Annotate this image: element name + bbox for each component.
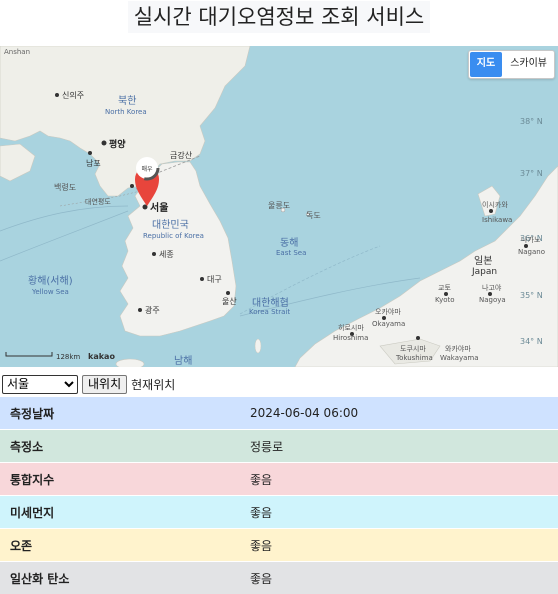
row-label: 오존	[0, 529, 240, 562]
map-label: 나가노	[521, 235, 541, 244]
row-label: 일산화 탄소	[0, 562, 240, 594]
table-row: 측정날짜 2024-06-04 06:00	[0, 397, 558, 430]
air-quality-table: 측정날짜 2024-06-04 06:00 측정소 정릉로 통합지수 좋음 미세…	[0, 396, 558, 594]
lat-label: 35° N	[520, 291, 543, 300]
map-label: 와카야마	[445, 344, 471, 353]
lat-label: 38° N	[520, 117, 543, 126]
map-label: Anshan	[4, 48, 30, 56]
map-label: Ishikawa	[482, 216, 512, 224]
map-label: Hiroshima	[333, 334, 368, 342]
marker-label: 매우	[141, 165, 153, 173]
table-row: 미세먼지 좋음	[0, 496, 558, 529]
map-label: 세종	[159, 250, 174, 259]
row-label: 측정소	[0, 430, 240, 463]
map-label: 울산	[222, 296, 237, 306]
map-label: Korea Strait	[249, 308, 290, 316]
map-label: 남해	[174, 354, 192, 367]
map-label: 나고야	[482, 283, 502, 292]
map-label: North Korea	[105, 108, 147, 116]
map-type-map-button[interactable]: 지도	[470, 52, 502, 77]
map-type-skyview-button[interactable]: 스카이뷰	[503, 51, 554, 78]
map-label: 서울	[150, 201, 168, 214]
lat-label: 34° N	[520, 337, 543, 346]
map-copyright: kakao	[88, 352, 115, 361]
map-label: 신의주	[62, 90, 84, 100]
map-label: 백령도	[54, 182, 76, 192]
row-label: 측정날짜	[0, 397, 240, 430]
map-label: Nagano	[518, 248, 545, 256]
map-label: 이시카와	[482, 200, 508, 209]
lat-label: 37° N	[520, 169, 543, 178]
row-value: 좋음	[240, 496, 558, 529]
page-title: 실시간 대기오염정보 조회 서비스	[128, 1, 431, 33]
map-label: Nagoya	[479, 296, 506, 304]
map-label: 도쿠시마	[400, 344, 426, 353]
current-location-label: 현재위치	[131, 376, 175, 393]
table-row: 오존 좋음	[0, 529, 558, 562]
city-select[interactable]: 서울	[2, 375, 78, 394]
map-type-toggle: 지도 스카이뷰	[468, 50, 555, 79]
row-label: 통합지수	[0, 463, 240, 496]
table-row: 통합지수 좋음	[0, 463, 558, 496]
row-value: 정릉로	[240, 430, 558, 463]
map-label: 평양	[109, 138, 126, 150]
table-row: 일산화 탄소 좋음	[0, 562, 558, 594]
scale-label: 128km	[56, 353, 80, 361]
map-label: Kyoto	[435, 296, 455, 304]
map-label: 황해(서해)	[28, 274, 73, 287]
row-value: 2024-06-04 06:00	[240, 397, 558, 430]
map-label: 남포	[86, 159, 101, 168]
map-label: 대한민국	[152, 219, 189, 231]
page-title-wrap: 실시간 대기오염정보 조회 서비스	[0, 0, 558, 46]
map-label: Wakayama	[440, 354, 479, 362]
map-label: 일본	[474, 255, 492, 267]
table-row: 측정소 정릉로	[0, 430, 558, 463]
map-label: 금강산	[170, 150, 193, 160]
map-label: 광주	[145, 305, 160, 315]
row-value: 좋음	[240, 529, 558, 562]
map-label: 대구	[207, 275, 222, 284]
row-value: 좋음	[240, 562, 558, 594]
row-value: 좋음	[240, 463, 558, 496]
map-label: Tokushima	[395, 354, 433, 362]
my-location-button[interactable]: 내위치	[82, 375, 127, 394]
location-controls: 서울 내위치 현재위치	[0, 374, 175, 394]
map-label: Okayama	[372, 320, 405, 328]
map-label: 북한	[118, 95, 136, 107]
map-label: 독도	[306, 211, 321, 220]
map-canvas[interactable]: 38° N 37° N 36° N 35° N 34° N Anshan 북한 …	[0, 46, 558, 367]
map-label: 히로시마	[338, 323, 364, 332]
row-label: 미세먼지	[0, 496, 240, 529]
map-label: Yellow Sea	[31, 288, 69, 296]
map-view[interactable]: 38° N 37° N 36° N 35° N 34° N Anshan 북한 …	[0, 46, 558, 367]
map-label: 울릉도	[268, 201, 290, 210]
map-label: Japan	[471, 267, 497, 277]
map-label: 대연평도	[85, 197, 111, 206]
map-label: 동해	[280, 236, 298, 249]
map-label: 오카야마	[375, 307, 401, 316]
map-label: East Sea	[276, 249, 306, 257]
map-label: Republic of Korea	[143, 232, 204, 240]
map-label: 교토	[438, 284, 451, 292]
